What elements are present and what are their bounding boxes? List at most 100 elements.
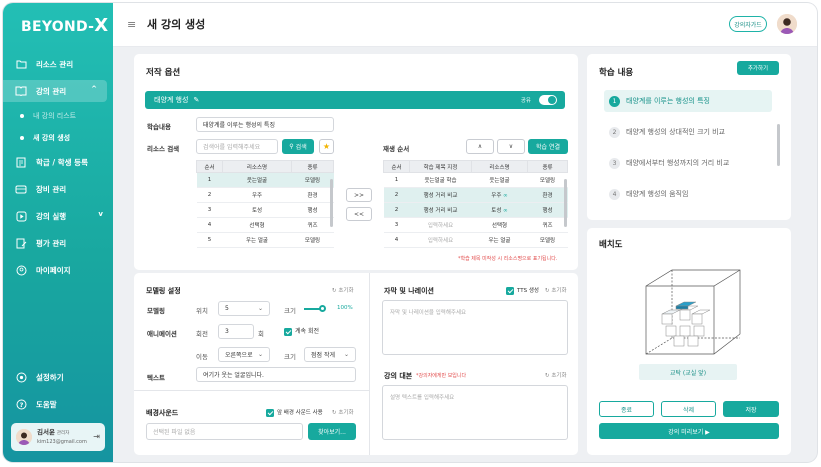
sidebar-item-classes[interactable]: 학급 / 학생 등록 (3, 151, 113, 173)
sidebar-item-evaluation[interactable]: 평가 관리 (3, 232, 113, 254)
table-header[interactable]: 종류 (527, 160, 568, 173)
sidebar-item-settings[interactable]: 설정하기 (3, 366, 113, 388)
chevron-down-icon[interactable]: v (98, 210, 103, 218)
sidebar-item-resources[interactable]: 리소스 관리 (3, 53, 113, 75)
checkbox-icon (506, 286, 514, 295)
table-header[interactable]: 순서 (383, 160, 410, 173)
resource-scrollbar[interactable] (330, 179, 333, 227)
share-toggle[interactable] (539, 95, 557, 105)
rotate-input[interactable]: 3 (218, 324, 254, 339)
text-input[interactable]: 여기가 웃는 얼굴입니다. (196, 367, 356, 382)
refresh-icon: ↻ (545, 288, 550, 294)
list-item[interactable]: 3 태양에서부터 행성까지의 거리 비교 (604, 152, 772, 174)
sidebar-item-run[interactable]: 강의 실행 v (3, 205, 113, 227)
save-button[interactable]: 저장 (723, 401, 779, 417)
anim-label: 애니메이션 (147, 330, 177, 338)
table-header[interactable]: 리소스명 (222, 160, 292, 173)
table-row[interactable]: 2 행성 거리 비교 우주 ∞ 환경 (383, 187, 568, 203)
size2-select[interactable]: 점점 작게 ⌄ (304, 347, 356, 362)
sidebar: BEYOND-X 리소스 관리 강의 관리 ^ 내 강의 리스트 새 강의 생성… (3, 3, 113, 462)
sidebar-sub-my-courses[interactable]: 내 강의 리스트 (3, 107, 113, 125)
lesson-banner[interactable]: 태양계 행성 ✎ 공유 (145, 91, 565, 109)
size-label: 크기 (284, 307, 296, 315)
table-row[interactable]: 4 입력하세요 우는 얼굴 모델링 (383, 232, 568, 248)
playback-scrollbar[interactable] (564, 179, 567, 227)
narration-textarea[interactable]: 자막 및 나레이션을 입력해주세요 (382, 300, 568, 355)
hamburger-icon[interactable]: ≡ (127, 18, 136, 31)
chevron-down-icon: ∨ (508, 143, 514, 150)
apply-button[interactable]: 학습 연결 (528, 139, 568, 154)
tts-checkbox[interactable]: TTS 생성 (506, 286, 539, 295)
list-item[interactable]: 2 태양계 행성의 상대적인 크기 비교 (604, 121, 772, 143)
sidebar-item-courses[interactable]: 강의 관리 ^ (3, 80, 107, 102)
table-row[interactable]: 2 우주 환경 (196, 187, 334, 203)
all-sound-checkbox[interactable]: 앞 배경 사운드 사용 (266, 408, 323, 417)
move-up-button[interactable]: ∧ (466, 139, 494, 154)
size-slider-handle[interactable] (319, 305, 326, 312)
search-input[interactable]: 검색어를 입력해주세요 (196, 139, 278, 154)
table-header[interactable]: 종류 (291, 160, 334, 173)
modeling-reset[interactable]: ↻ 초기화 (332, 286, 354, 294)
add-button[interactable]: 추가하기 (737, 61, 779, 75)
table-row[interactable]: 3 입력하세요 선택형 퀴즈 (383, 217, 568, 233)
pencil-icon[interactable]: ✎ (193, 96, 199, 104)
user-card[interactable]: 김서윤 관리자 kim123@gmail.com ⇥ (11, 423, 105, 451)
file-input[interactable]: 선택된 파일 없음 (146, 423, 303, 440)
find-file-button[interactable]: 찾아보기... (308, 423, 356, 440)
table-row[interactable]: 1 웃는얼굴 학습 웃는얼굴 모델링 (383, 172, 568, 188)
sidebar-item-devices[interactable]: 장비 관리 (3, 178, 113, 200)
table-row[interactable]: 4 선택형 퀴즈 (196, 217, 334, 233)
list-item[interactable]: 1 태양계를 이루는 행성의 특징 (604, 90, 772, 112)
move-down-button[interactable]: ∨ (497, 139, 525, 154)
move-right-button[interactable]: >> (346, 188, 372, 202)
header-avatar[interactable] (777, 14, 797, 34)
sidebar-sub-new-course[interactable]: 새 강의 생성 (3, 129, 113, 147)
table-header[interactable]: 순서 (196, 160, 223, 173)
learning-contents-title: 학습 내용 (599, 68, 634, 78)
link-icon[interactable]: ∞ (503, 193, 508, 199)
sidebar-bottom: 설정하기 ? 도움말 (3, 366, 113, 420)
logout-icon[interactable]: ⇥ (93, 432, 100, 441)
continuous-checkbox[interactable]: 계속 회전 (284, 326, 319, 336)
chevron-up-icon[interactable]: ^ (91, 85, 97, 93)
checkbox-icon (284, 327, 292, 336)
edit-icon (15, 237, 27, 249)
table-row[interactable]: 2 행성 거리 비교 토성 ∞ 행성 (383, 202, 568, 218)
script-reset[interactable]: ↻ 초기화 (545, 371, 567, 379)
search-button[interactable]: ⚲ 검색 (282, 139, 314, 154)
user-icon (15, 264, 27, 276)
logo[interactable]: BEYOND-X (21, 15, 108, 36)
chevron-up-icon: ∧ (477, 143, 483, 150)
guide-button[interactable]: 강의자가드 (729, 16, 767, 32)
bullet-icon (20, 114, 24, 118)
resource-search-label: 리소스 검색 (147, 145, 180, 153)
chevron-down-icon: ⌄ (257, 351, 263, 358)
learning-input[interactable]: 태양계를 이루는 행성의 특징 (196, 117, 334, 132)
chevron-down-icon: ⌄ (343, 351, 349, 358)
script-textarea[interactable]: 설명 텍스트를 입력해주세요 (382, 385, 568, 440)
rotate-unit: 회 (258, 330, 264, 338)
table-row[interactable]: 3 토성 행성 (196, 202, 334, 218)
move-label: 이동 (196, 353, 208, 361)
learning-label: 학습내용 (147, 123, 171, 131)
table-header[interactable]: 리소스명 (471, 160, 528, 173)
sidebar-item-mypage[interactable]: 마이페이지 (3, 259, 113, 281)
refresh-icon: ↻ (545, 373, 550, 379)
move-left-button[interactable]: << (346, 207, 372, 221)
table-row[interactable]: 5 우는 얼굴 모델링 (196, 232, 334, 248)
move-select[interactable]: 오른쪽으로 ⌄ (218, 347, 270, 362)
end-button[interactable]: 종료 (599, 401, 654, 417)
subtitle-reset[interactable]: ↻ 초기화 (545, 286, 567, 294)
delete-button[interactable]: 삭제 (661, 401, 716, 417)
bullet-icon (20, 136, 24, 140)
sidebar-item-help[interactable]: ? 도움말 (3, 393, 113, 415)
list-item[interactable]: 4 태양계 행성의 움직임 (604, 183, 772, 205)
table-row[interactable]: 1 웃는얼굴 모델링 (196, 172, 334, 188)
preview-button[interactable]: 강의 미리보기 ▶ (599, 423, 779, 439)
bgsound-reset[interactable]: ↻ 초기화 (332, 408, 354, 416)
list-scrollbar[interactable] (777, 124, 780, 166)
table-header[interactable]: 학습 제목 지정 (409, 160, 472, 173)
position-select[interactable]: 5 ⌄ (218, 301, 270, 316)
link-icon[interactable]: ∞ (503, 208, 508, 214)
favorite-button[interactable]: ★ (319, 139, 334, 154)
